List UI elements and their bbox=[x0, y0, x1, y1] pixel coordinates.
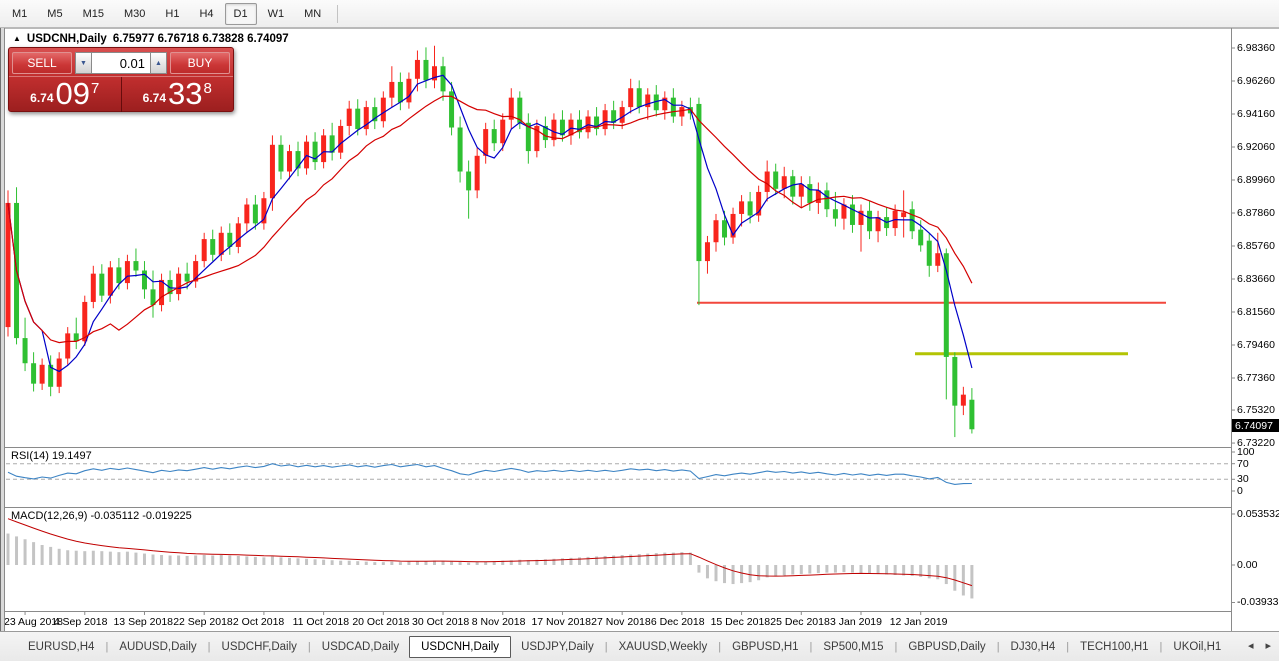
macd-axis-label: -0.039333 bbox=[1237, 596, 1279, 608]
macd-axis-label: 0.00 bbox=[1237, 559, 1257, 571]
timeframe-toolbar: M1M5M15M30H1H4D1W1MN bbox=[0, 0, 1279, 28]
macd-label: MACD(12,26,9) -0.035112 -0.019225 bbox=[11, 510, 192, 522]
toolbar-separator bbox=[337, 5, 338, 23]
buy-price-small: 6.74 bbox=[143, 91, 166, 109]
price-axis-label: 6.79460 bbox=[1237, 339, 1275, 351]
tab-gbpusd[interactable]: GBPUSD,Daily bbox=[898, 637, 995, 657]
tab-tech100[interactable]: TECH100,H1 bbox=[1070, 637, 1158, 657]
buy-price-sup: 8 bbox=[204, 80, 212, 97]
rsi-label: RSI(14) 19.1497 bbox=[11, 450, 92, 462]
window-left-frame bbox=[0, 28, 5, 631]
tab-sp500[interactable]: SP500,M15 bbox=[813, 637, 893, 657]
chart-ohlc-values: 6.75977 6.76718 6.73828 6.74097 bbox=[113, 33, 289, 45]
symbol-tab-bar: EURUSD,H4|AUDUSD,Daily|USDCHF,Daily|USDC… bbox=[0, 631, 1279, 661]
trade-widget-top-row: SELL ▼ ▲ BUY bbox=[9, 48, 233, 75]
rsi-axis-label: 30 bbox=[1237, 473, 1249, 485]
chart-title: ▲ USDCNH,Daily 6.75977 6.76718 6.73828 6… bbox=[13, 33, 289, 45]
price-axis-label: 6.96260 bbox=[1237, 75, 1275, 87]
tab-usdchf[interactable]: USDCHF,Daily bbox=[212, 637, 307, 657]
buy-price-panel[interactable]: 6.74 33 8 bbox=[122, 77, 234, 112]
timeframe-button-mn[interactable]: MN bbox=[295, 3, 330, 25]
timeframe-button-m1[interactable]: M1 bbox=[3, 3, 36, 25]
price-axis-label: 6.81560 bbox=[1237, 306, 1275, 318]
tab-usdjpy[interactable]: USDJPY,Daily bbox=[511, 637, 604, 657]
sell-price-big: 09 bbox=[56, 79, 90, 109]
current-price-tag: 6.74097 bbox=[1232, 419, 1279, 432]
timeframe-button-w1[interactable]: W1 bbox=[259, 3, 294, 25]
date-axis-label: 30 Oct 2018 bbox=[412, 616, 469, 628]
chart-symbol-label: USDCNH,Daily bbox=[27, 33, 107, 45]
date-axis-label: 2 Oct 2018 bbox=[233, 616, 284, 628]
date-axis-label: 8 Nov 2018 bbox=[472, 616, 526, 628]
price-axis-label: 6.94160 bbox=[1237, 108, 1275, 120]
timeframe-button-h1[interactable]: H1 bbox=[156, 3, 188, 25]
price-axis-label: 6.75320 bbox=[1237, 404, 1275, 416]
price-axis-label: 6.85760 bbox=[1237, 240, 1275, 252]
timeframe-button-h4[interactable]: H4 bbox=[190, 3, 222, 25]
one-click-trade-widget: SELL ▼ ▲ BUY 6.74 09 7 6.74 33 8 bbox=[8, 47, 234, 112]
sell-price-panel[interactable]: 6.74 09 7 bbox=[9, 77, 121, 112]
tab-audusd[interactable]: AUDUSD,Daily bbox=[109, 637, 206, 657]
date-axis-label: 6 Dec 2018 bbox=[651, 616, 705, 628]
volume-increase-button[interactable]: ▲ bbox=[150, 52, 167, 74]
rsi-axis-label: 100 bbox=[1237, 446, 1255, 458]
rsi-axis-label: 70 bbox=[1237, 458, 1249, 470]
sell-button[interactable]: SELL bbox=[12, 52, 72, 74]
tab-ukoil[interactable]: UKOil,H1 bbox=[1163, 637, 1231, 657]
price-axis-label: 6.89960 bbox=[1237, 174, 1275, 186]
price-axis-label: 6.77360 bbox=[1237, 372, 1275, 384]
tab-eurusd[interactable]: EURUSD,H4 bbox=[18, 637, 104, 657]
tab-dj30[interactable]: DJ30,H4 bbox=[1001, 637, 1066, 657]
tab-scroll-left-icon[interactable]: ◂ bbox=[1248, 640, 1254, 652]
sell-price-small: 6.74 bbox=[30, 91, 53, 109]
timeframe-button-d1[interactable]: D1 bbox=[225, 3, 257, 25]
volume-decrease-button[interactable]: ▼ bbox=[75, 52, 92, 74]
date-axis-label: 12 Jan 2019 bbox=[890, 616, 948, 628]
buy-price-big: 33 bbox=[168, 79, 202, 109]
date-axis-label: 27 Nov 2018 bbox=[591, 616, 651, 628]
trade-widget-prices: 6.74 09 7 6.74 33 8 bbox=[9, 76, 233, 112]
volume-stepper: ▼ ▲ bbox=[75, 52, 167, 74]
tab-usdcnh[interactable]: USDCNH,Daily bbox=[409, 636, 511, 658]
date-axis-label: 22 Sep 2018 bbox=[173, 616, 233, 628]
tab-xauusd[interactable]: XAUUSD,Weekly bbox=[609, 637, 718, 657]
tab-usdcad[interactable]: USDCAD,Daily bbox=[312, 637, 409, 657]
tab-gbpusd[interactable]: GBPUSD,H1 bbox=[722, 637, 808, 657]
rsi-axis-label: 0 bbox=[1237, 485, 1243, 497]
timeframe-button-m5[interactable]: M5 bbox=[38, 3, 71, 25]
sell-price-sup: 7 bbox=[91, 80, 99, 97]
date-axis-label: 15 Dec 2018 bbox=[711, 616, 771, 628]
date-axis-label: 4 Sep 2018 bbox=[54, 616, 108, 628]
date-axis-label: 25 Dec 2018 bbox=[770, 616, 830, 628]
date-axis-label: 11 Oct 2018 bbox=[293, 616, 349, 628]
date-axis-label: 20 Oct 2018 bbox=[352, 616, 409, 628]
price-axis-label: 6.87860 bbox=[1237, 207, 1275, 219]
trading-terminal: M1M5M15M30H1H4D1W1MN ▲ USDCNH,Daily 6.75… bbox=[0, 0, 1279, 661]
tab-scroll-right-icon[interactable]: ▸ bbox=[1265, 640, 1271, 652]
volume-input[interactable] bbox=[92, 52, 150, 74]
collapse-triangle-icon[interactable]: ▲ bbox=[13, 34, 21, 43]
date-axis-label: 13 Sep 2018 bbox=[113, 616, 173, 628]
timeframe-button-m15[interactable]: M15 bbox=[74, 3, 113, 25]
timeframe-button-m30[interactable]: M30 bbox=[115, 3, 154, 25]
price-axis-label: 6.92060 bbox=[1237, 141, 1275, 153]
price-axis-label: 6.98360 bbox=[1237, 42, 1275, 54]
tab-scroll-arrows: ◂ ▸ bbox=[1248, 640, 1271, 652]
date-axis-label: 17 Nov 2018 bbox=[531, 616, 591, 628]
date-axis-label: 3 Jan 2019 bbox=[830, 616, 882, 628]
buy-button[interactable]: BUY bbox=[170, 52, 230, 74]
macd-axis-label: 0.053532 bbox=[1237, 508, 1279, 520]
price-axis-label: 6.83660 bbox=[1237, 273, 1275, 285]
